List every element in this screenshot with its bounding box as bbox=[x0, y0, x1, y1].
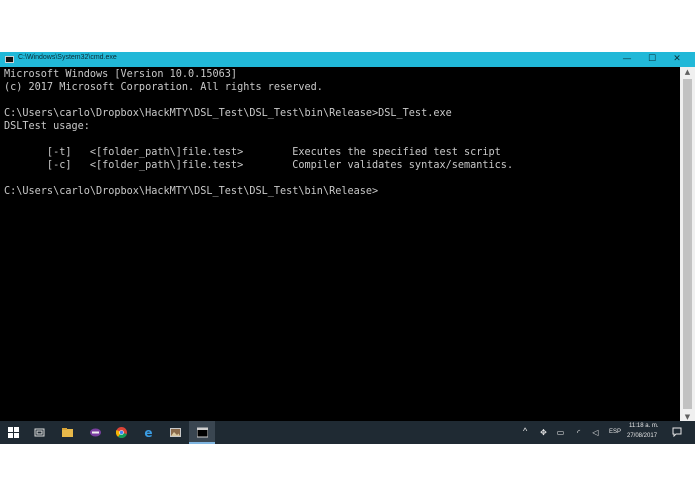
show-hidden-icons-chevron[interactable]: ^ bbox=[523, 426, 527, 436]
scroll-up-arrow[interactable]: ▲ bbox=[680, 67, 695, 77]
console-line: C:\Users\carlo\Dropbox\HackMTY\DSL_Test\… bbox=[4, 186, 379, 197]
photos-icon bbox=[170, 428, 181, 437]
task-view-button[interactable] bbox=[26, 421, 52, 444]
network-share-icon[interactable]: ✥ bbox=[539, 428, 548, 437]
console-output[interactable]: Microsoft Windows [Version 10.0.15063] (… bbox=[0, 67, 680, 422]
taskbar-app-purple[interactable] bbox=[82, 421, 108, 444]
action-center-icon[interactable] bbox=[672, 427, 682, 438]
battery-icon[interactable]: ▭ bbox=[556, 428, 565, 437]
wifi-icon[interactable]: ◜ bbox=[574, 428, 583, 437]
taskbar: e ^ ✥ ▭ ◜ ◁ ESP 11:18 a. m. 27/08/2017 bbox=[0, 421, 695, 444]
taskbar-chrome[interactable] bbox=[108, 421, 134, 444]
console-line: Microsoft Windows [Version 10.0.15063] bbox=[4, 69, 238, 80]
start-button[interactable] bbox=[0, 421, 26, 444]
taskbar-cmd[interactable] bbox=[189, 421, 215, 444]
app-icon bbox=[90, 428, 101, 437]
console-line: [-t] <[folder_path\]file.test> Executes … bbox=[4, 147, 501, 158]
console-line: [-c] <[folder_path\]file.test> Compiler … bbox=[4, 160, 514, 171]
taskbar-file-explorer[interactable] bbox=[54, 421, 80, 444]
cmd-window-icon bbox=[5, 56, 14, 63]
edge-icon: e bbox=[144, 427, 152, 438]
volume-icon[interactable]: ◁ bbox=[591, 428, 600, 437]
taskbar-photos[interactable] bbox=[162, 421, 188, 444]
clock-time[interactable]: 11:18 a. m. bbox=[629, 423, 659, 429]
clock-date[interactable]: 27/08/2017 bbox=[627, 433, 657, 439]
folder-icon bbox=[62, 428, 73, 437]
console-text: Microsoft Windows [Version 10.0.15063] (… bbox=[0, 67, 680, 198]
windows-logo-icon bbox=[8, 427, 19, 438]
cmd-window[interactable]: C:\Windows\System32\cmd.exe — ☐ ✕ Micros… bbox=[0, 52, 695, 422]
maximize-button[interactable]: ☐ bbox=[640, 52, 664, 67]
taskbar-edge[interactable]: e bbox=[135, 421, 161, 444]
console-line: DSLTest usage: bbox=[4, 121, 90, 132]
task-view-icon bbox=[34, 428, 45, 437]
console-line: (c) 2017 Microsoft Corporation. All righ… bbox=[4, 82, 323, 93]
language-indicator[interactable]: ESP bbox=[609, 429, 621, 435]
scrollbar-thumb[interactable] bbox=[683, 79, 692, 409]
console-line: C:\Users\carlo\Dropbox\HackMTY\DSL_Test\… bbox=[4, 108, 452, 119]
close-button[interactable]: ✕ bbox=[665, 52, 689, 67]
minimize-button[interactable]: — bbox=[615, 52, 639, 67]
cmd-icon bbox=[197, 427, 208, 438]
chrome-icon bbox=[116, 427, 127, 438]
title-bar[interactable]: C:\Windows\System32\cmd.exe — ☐ ✕ bbox=[0, 52, 695, 67]
window-title: C:\Windows\System32\cmd.exe bbox=[18, 54, 117, 61]
svg-text:e: e bbox=[144, 427, 152, 438]
vertical-scrollbar[interactable]: ▲ ▼ bbox=[680, 67, 695, 422]
